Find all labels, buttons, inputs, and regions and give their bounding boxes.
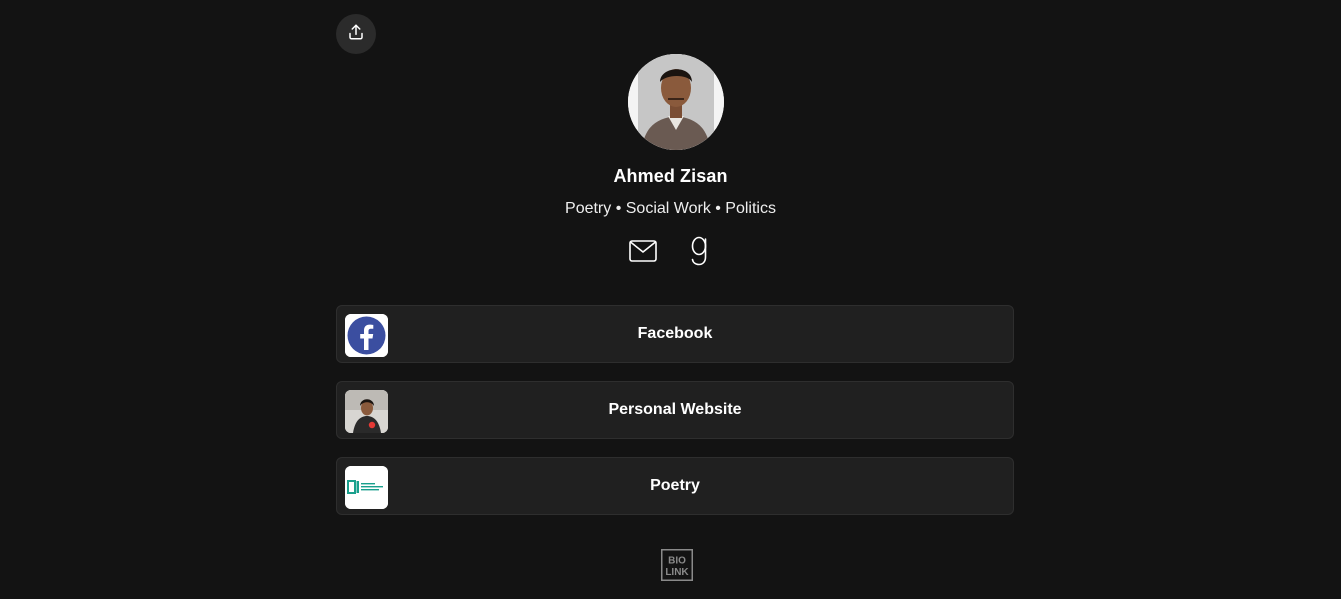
link-label: Facebook [637,325,713,342]
biolink-logo[interactable]: BIO LINK [661,549,693,581]
avatar [628,54,724,150]
link-personal-website[interactable]: Personal Website [336,381,1014,439]
link-poetry[interactable]: Poetry [336,457,1014,515]
social-icons [0,236,1341,266]
logo-line-2: LINK [665,567,689,578]
mail-icon[interactable] [628,236,657,266]
goodreads-icon[interactable] [685,236,713,266]
link-label: Personal Website [608,401,742,418]
share-button[interactable] [336,14,376,54]
link-facebook[interactable]: Facebook [336,305,1014,363]
share-icon [347,23,365,46]
profile-bio: Poetry • Social Work • Politics [565,200,776,217]
link-label: Poetry [650,477,700,494]
logo-line-1: BIO [668,556,686,567]
profile-name: Ahmed Zisan [613,166,728,186]
